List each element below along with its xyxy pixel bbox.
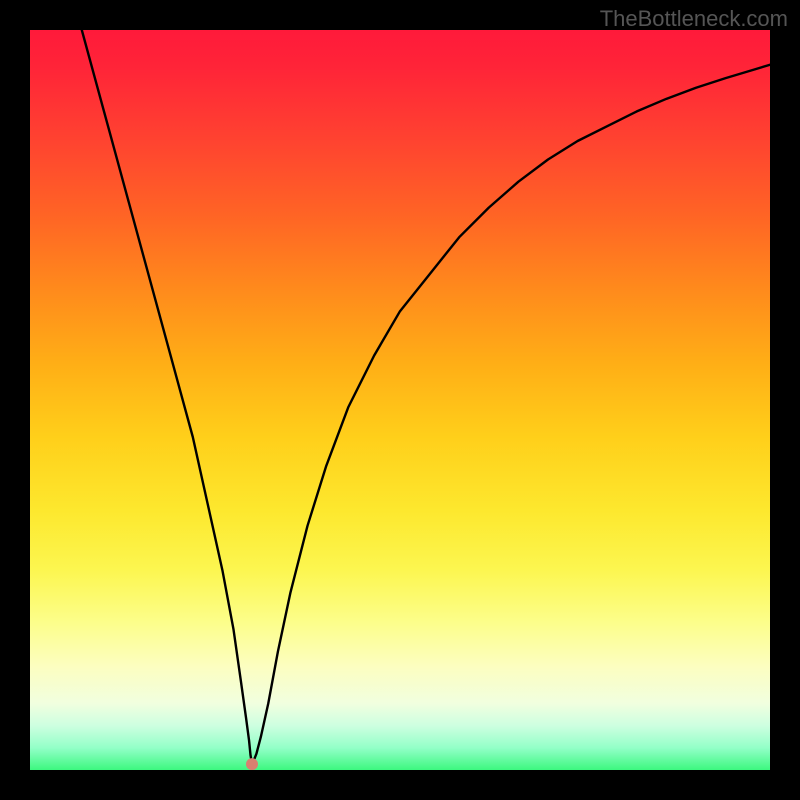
bottleneck-curve <box>82 30 770 764</box>
watermark-text: TheBottleneck.com <box>600 6 788 32</box>
chart-svg <box>30 30 770 770</box>
optimum-marker <box>246 758 258 770</box>
